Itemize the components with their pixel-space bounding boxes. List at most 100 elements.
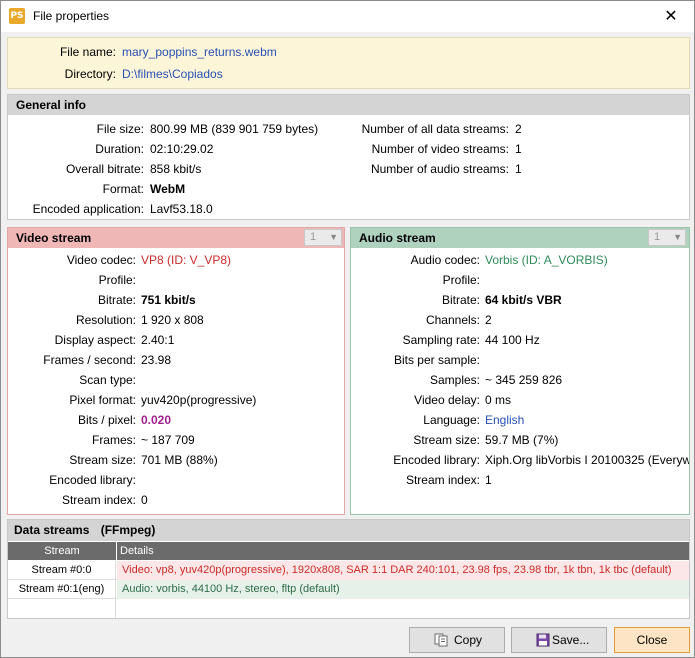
general-info-row: File size: 800.99 MB (839 901 759 bytes) bbox=[8, 119, 348, 139]
save-button[interactable]: Save... bbox=[511, 627, 607, 653]
video-stream-value: 0 bbox=[141, 493, 148, 507]
general-info-section: General info File size: 800.99 MB (839 90… bbox=[7, 94, 690, 220]
general-info-value: 02:10:29.02 bbox=[150, 142, 214, 156]
audio-stream-label: Video delay: bbox=[414, 393, 480, 407]
video-stream-value: ~ 187 709 bbox=[141, 433, 195, 447]
audio-stream-label: Samples: bbox=[429, 373, 480, 387]
window-title: File properties bbox=[33, 9, 110, 23]
video-stream-value: 2.40:1 bbox=[141, 333, 175, 347]
video-stream-label: Frames / second: bbox=[43, 353, 136, 367]
audio-stream-label: Sampling rate: bbox=[402, 333, 480, 347]
details-cell: Video: vp8, yuv420p(progressive), 1920x8… bbox=[117, 561, 689, 580]
audio-stream-value: ~ 345 259 826 bbox=[485, 373, 563, 387]
audio-stream-section: Audio stream 1 ▼ Audio codec: Vorbis (ID:… bbox=[350, 227, 690, 515]
table-row[interactable]: Stream #0:1(eng) Audio: vorbis, 44100 Hz,… bbox=[8, 580, 689, 599]
audio-stream-value: Xiph.Org libVorbis I 20100325 (Everywh bbox=[485, 453, 689, 467]
audio-stream-row: Profile: bbox=[351, 270, 689, 290]
video-stream-value: VP8 (ID: V_VP8) bbox=[141, 253, 232, 267]
general-info-row: Duration: 02:10:29.02 bbox=[8, 139, 348, 159]
file-name-value[interactable]: mary_poppins_returns.webm bbox=[122, 45, 277, 59]
video-stream-value: 701 MB (88%) bbox=[141, 453, 218, 467]
audio-stream-label: Bits per sample: bbox=[393, 353, 480, 367]
data-streams-title: Data streams (FFmpeg) bbox=[8, 520, 689, 541]
audio-stream-row: Channels: 2 bbox=[351, 310, 689, 330]
video-stream-row: Resolution: 1 920 x 808 bbox=[8, 310, 344, 330]
video-stream-label: Resolution: bbox=[75, 313, 136, 327]
video-stream-row: Scan type: bbox=[8, 370, 344, 390]
audio-stream-selector-value: 1 bbox=[654, 231, 661, 243]
general-info-label: Number of video streams: bbox=[371, 142, 509, 156]
audio-stream-label: Language: bbox=[423, 413, 480, 427]
video-stream-value: yuv420p(progressive) bbox=[141, 393, 257, 407]
save-button-label: Save... bbox=[552, 633, 590, 647]
general-info-label: Overall bitrate: bbox=[65, 162, 144, 176]
audio-stream-row: Stream index: 1 bbox=[351, 470, 689, 490]
copy-button-label: Copy bbox=[454, 633, 483, 647]
copy-button[interactable]: Copy bbox=[409, 627, 505, 653]
table-row[interactable]: Stream #0:0 Video: vp8, yuv420p(progressi… bbox=[8, 561, 689, 580]
video-stream-label: Stream index: bbox=[61, 493, 136, 507]
audio-stream-row: Audio codec: Vorbis (ID: A_VORBIS) bbox=[351, 250, 689, 270]
column-header-stream[interactable]: Stream bbox=[8, 542, 116, 560]
audio-stream-title-text: Audio stream bbox=[359, 231, 436, 245]
video-stream-label: Profile: bbox=[98, 273, 136, 287]
video-stream-label: Stream size: bbox=[69, 453, 136, 467]
app-icon: PS bbox=[9, 8, 25, 24]
general-info-row: Format: WebM bbox=[8, 179, 348, 199]
video-stream-row: Bits / pixel: 0.020 bbox=[8, 410, 344, 430]
audio-stream-row: Video delay: 0 ms bbox=[351, 390, 689, 410]
audio-stream-selector[interactable]: 1 ▼ bbox=[648, 229, 686, 246]
general-info-label: Number of audio streams: bbox=[370, 162, 509, 176]
video-stream-value: 1 920 x 808 bbox=[141, 313, 204, 327]
audio-stream-label: Stream index: bbox=[405, 473, 480, 487]
general-info-value: 800.99 MB (839 901 759 bytes) bbox=[150, 122, 319, 136]
video-stream-row: Stream index: 0 bbox=[8, 490, 344, 510]
audio-stream-label: Bitrate: bbox=[441, 293, 480, 307]
general-info-row: Number of video streams: 1 bbox=[348, 139, 688, 159]
general-info-label: Format: bbox=[102, 182, 144, 196]
video-stream-row: Bitrate: 751 kbit/s bbox=[8, 290, 344, 310]
audio-stream-value[interactable]: English bbox=[485, 410, 524, 430]
audio-stream-value: 64 kbit/s VBR bbox=[485, 293, 562, 307]
close-icon[interactable]: ✕ bbox=[648, 1, 694, 32]
file-properties-window: PS File properties ✕ File name: mary_pop… bbox=[0, 0, 695, 658]
save-icon bbox=[536, 633, 550, 647]
general-info-label: File size: bbox=[96, 122, 144, 136]
general-info-label: Encoded application: bbox=[32, 202, 144, 216]
audio-stream-row: Samples: ~ 345 259 826 bbox=[351, 370, 689, 390]
audio-stream-row: Bitrate: 64 kbit/s VBR bbox=[351, 290, 689, 310]
copy-icon bbox=[434, 633, 448, 647]
general-info-value: 2 bbox=[515, 122, 522, 136]
video-stream-row: Stream size: 701 MB (88%) bbox=[8, 450, 344, 470]
audio-stream-row: Sampling rate: 44 100 Hz bbox=[351, 330, 689, 350]
audio-stream-label: Stream size: bbox=[413, 433, 480, 447]
general-info-value: 1 bbox=[515, 142, 522, 156]
video-stream-label: Bitrate: bbox=[97, 293, 136, 307]
video-stream-label: Encoded library: bbox=[49, 473, 136, 487]
audio-stream-value: 44 100 Hz bbox=[485, 333, 540, 347]
column-header-details[interactable]: Details bbox=[117, 542, 689, 560]
video-stream-selector[interactable]: 1 ▼ bbox=[304, 229, 342, 246]
directory-value[interactable]: D:\filmes\Copiados bbox=[122, 67, 223, 81]
video-stream-row: Pixel format: yuv420p(progressive) bbox=[8, 390, 344, 410]
audio-stream-value: 2 bbox=[485, 313, 492, 327]
close-button-label: Close bbox=[636, 633, 668, 647]
video-stream-value: 0.020 bbox=[141, 413, 172, 427]
video-stream-label: Pixel format: bbox=[69, 393, 136, 407]
audio-stream-label: Audio codec: bbox=[410, 253, 480, 267]
audio-stream-row: Stream size: 59.7 MB (7%) bbox=[351, 430, 689, 450]
general-info-row: Encoded application: Lavf53.18.0 bbox=[8, 199, 348, 219]
data-streams-source: (FFmpeg) bbox=[100, 523, 156, 537]
empty-cell bbox=[8, 599, 116, 618]
audio-stream-row: Encoded library: Xiph.Org libVorbis I 201… bbox=[351, 450, 689, 470]
video-stream-label: Display aspect: bbox=[54, 333, 136, 347]
audio-stream-title: Audio stream 1 ▼ bbox=[351, 228, 689, 248]
video-stream-label: Scan type: bbox=[79, 373, 136, 387]
general-info-title: General info bbox=[8, 95, 689, 115]
stream-cell: Stream #0:0 bbox=[8, 561, 116, 580]
audio-stream-label: Channels: bbox=[425, 313, 480, 327]
data-streams-title-text: Data streams bbox=[14, 523, 90, 537]
title-bar: PS File properties ✕ bbox=[1, 1, 694, 32]
close-button[interactable]: Close bbox=[614, 627, 690, 653]
directory-label: Directory: bbox=[64, 67, 116, 81]
